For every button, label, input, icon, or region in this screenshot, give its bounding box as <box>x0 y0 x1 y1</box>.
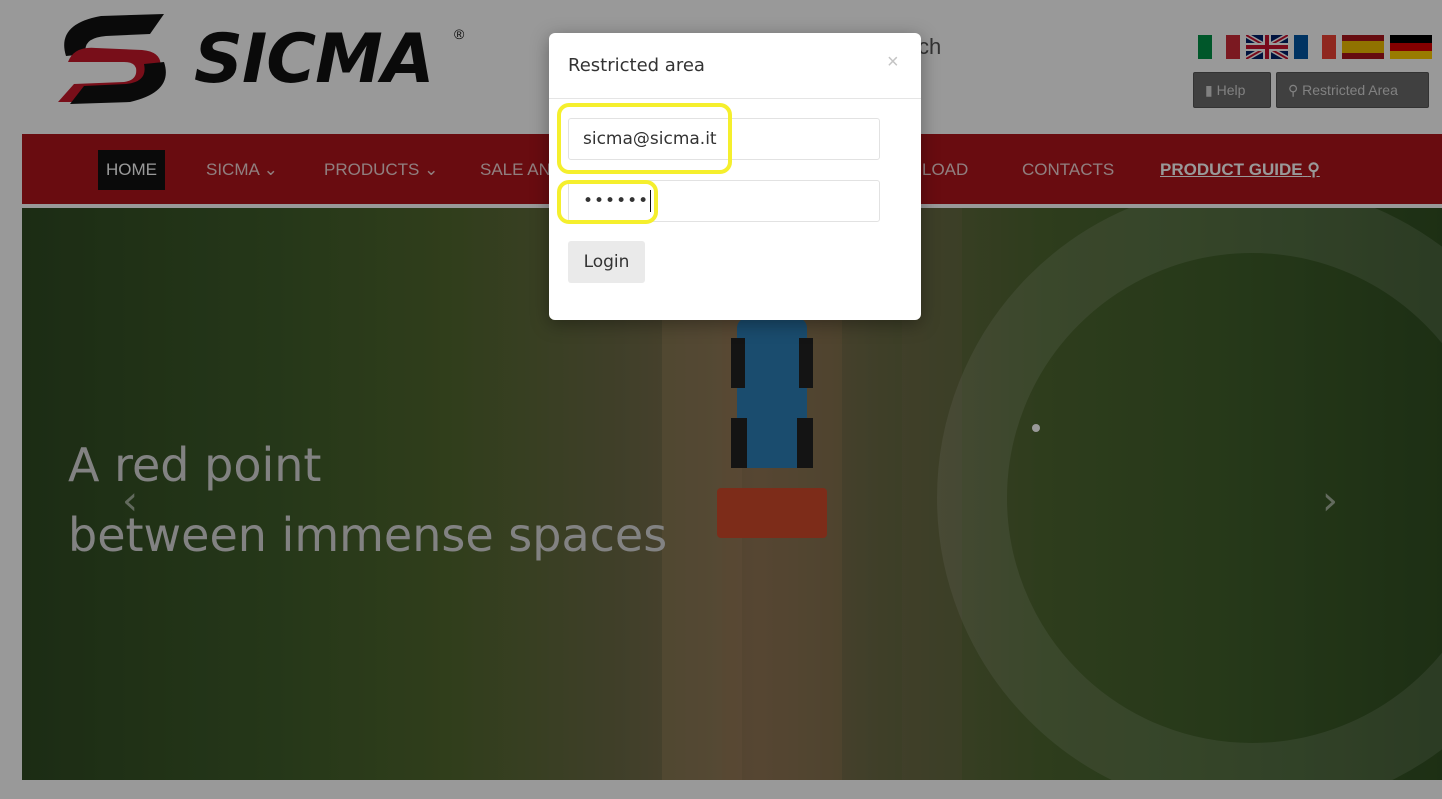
login-button[interactable]: Login <box>568 241 645 283</box>
modal-title: Restricted area <box>568 55 705 76</box>
highlight-email-annotation <box>557 103 732 174</box>
modal-header: Restricted area × <box>549 33 921 99</box>
highlight-password-annotation <box>557 180 658 224</box>
close-icon[interactable]: × <box>887 51 899 74</box>
restricted-area-modal: Restricted area × sicma@sicma.it •••••• … <box>549 33 921 320</box>
